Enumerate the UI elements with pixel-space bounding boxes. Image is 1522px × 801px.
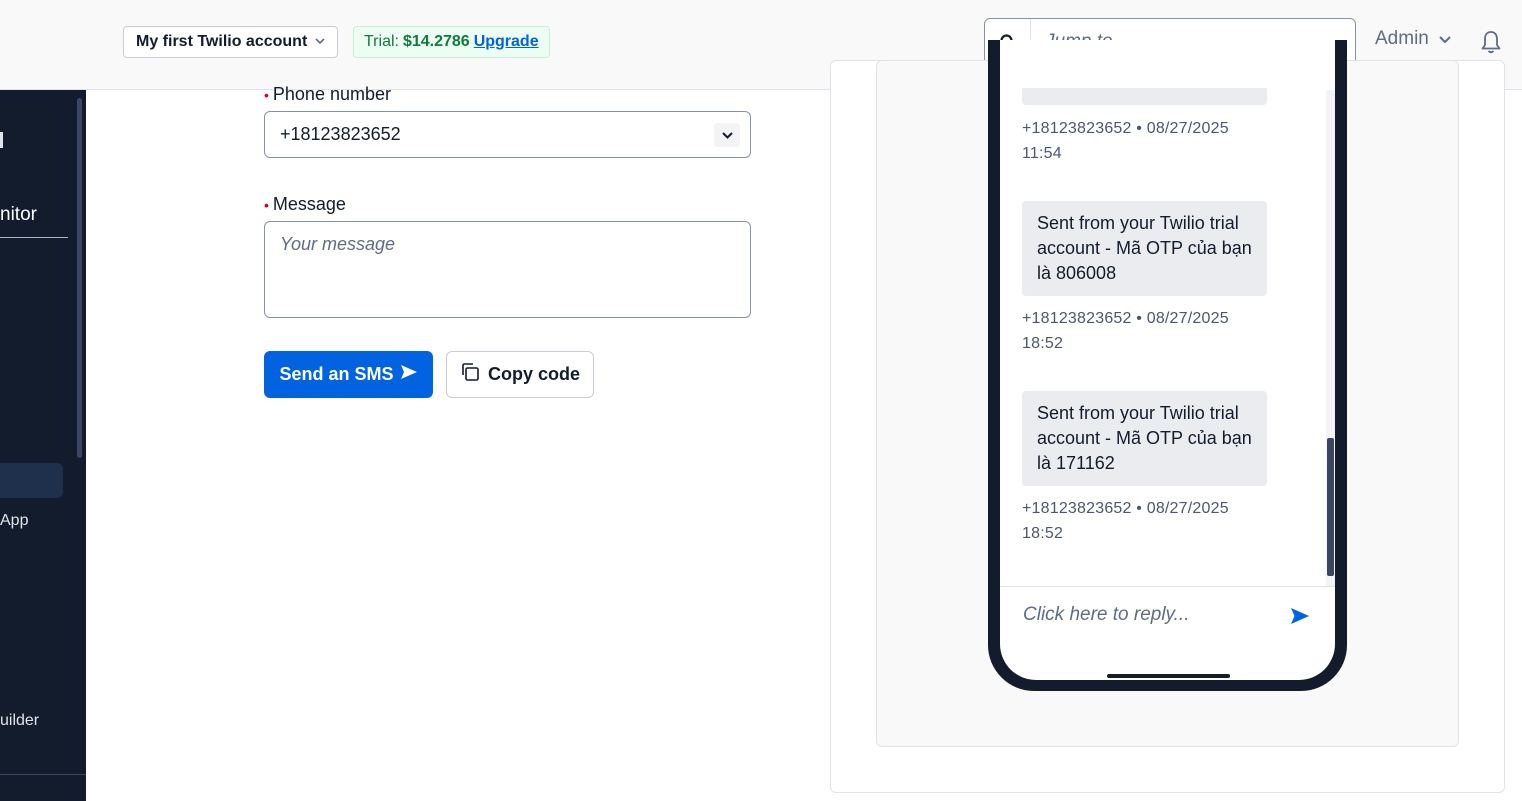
user-menu[interactable]: Admin bbox=[1375, 28, 1451, 50]
chevron-down-icon bbox=[315, 36, 325, 48]
sidebar-divider bbox=[0, 237, 68, 238]
send-sms-button[interactable]: Send an SMS bbox=[264, 351, 433, 398]
upgrade-link[interactable]: Upgrade bbox=[474, 33, 539, 51]
phone-number-value: +18123823652 bbox=[280, 124, 401, 144]
message-bubble: Sent from your Twilio trial account - Mã… bbox=[1022, 201, 1267, 296]
copy-icon bbox=[460, 362, 480, 387]
message-meta: +18123823652 • 08/27/2025 18:52 bbox=[1022, 500, 1229, 542]
notifications-bell-icon[interactable] bbox=[1480, 29, 1502, 60]
sidebar-divider bbox=[0, 774, 86, 775]
message-textarea[interactable] bbox=[264, 221, 751, 318]
account-name: My first Twilio account bbox=[136, 33, 308, 50]
sidebar-item-builder[interactable]: uilder bbox=[0, 712, 39, 730]
reply-send-icon[interactable] bbox=[1290, 607, 1310, 630]
sidebar-marker bbox=[0, 132, 3, 148]
required-marker: • bbox=[264, 86, 269, 103]
chevron-down-icon bbox=[714, 123, 740, 147]
trial-badge: Trial: $14.2786 Upgrade bbox=[353, 26, 550, 58]
trial-balance: $14.2786 bbox=[402, 33, 470, 50]
sidebar-item-active[interactable] bbox=[0, 463, 63, 498]
copy-code-button[interactable]: Copy code bbox=[446, 351, 594, 398]
reply-divider bbox=[1000, 586, 1335, 587]
message-label: • Message bbox=[264, 194, 346, 214]
sidebar: nitor App uilder bbox=[0, 90, 86, 801]
copy-code-label: Copy code bbox=[487, 364, 580, 384]
phone-number-label: • Phone number bbox=[264, 84, 391, 104]
home-indicator bbox=[1107, 674, 1230, 678]
trial-label: Trial: bbox=[364, 33, 399, 50]
message-meta: +18123823652 • 08/27/2025 18:52 bbox=[1022, 310, 1229, 352]
sidebar-scrollbar[interactable] bbox=[77, 98, 82, 458]
account-switcher[interactable]: My first Twilio account bbox=[123, 26, 339, 58]
user-menu-label: Admin bbox=[1375, 28, 1429, 49]
phone-number-select[interactable]: +18123823652 bbox=[264, 111, 751, 158]
message-bubble bbox=[1022, 88, 1267, 105]
reply-input[interactable]: Click here to reply... bbox=[1023, 604, 1189, 626]
message-meta: +18123823652 • 08/27/2025 11:54 bbox=[1022, 120, 1229, 162]
message-bubble: Sent from your Twilio trial account - Mã… bbox=[1022, 391, 1267, 486]
send-sms-label: Send an SMS bbox=[279, 364, 394, 384]
messages-scrollbar-thumb[interactable] bbox=[1327, 438, 1334, 576]
send-arrow-icon bbox=[400, 364, 418, 385]
required-marker: • bbox=[264, 196, 269, 213]
sidebar-item-app[interactable]: App bbox=[0, 512, 28, 530]
sidebar-item-monitor[interactable]: nitor bbox=[0, 204, 37, 226]
chevron-down-icon bbox=[1439, 28, 1451, 50]
